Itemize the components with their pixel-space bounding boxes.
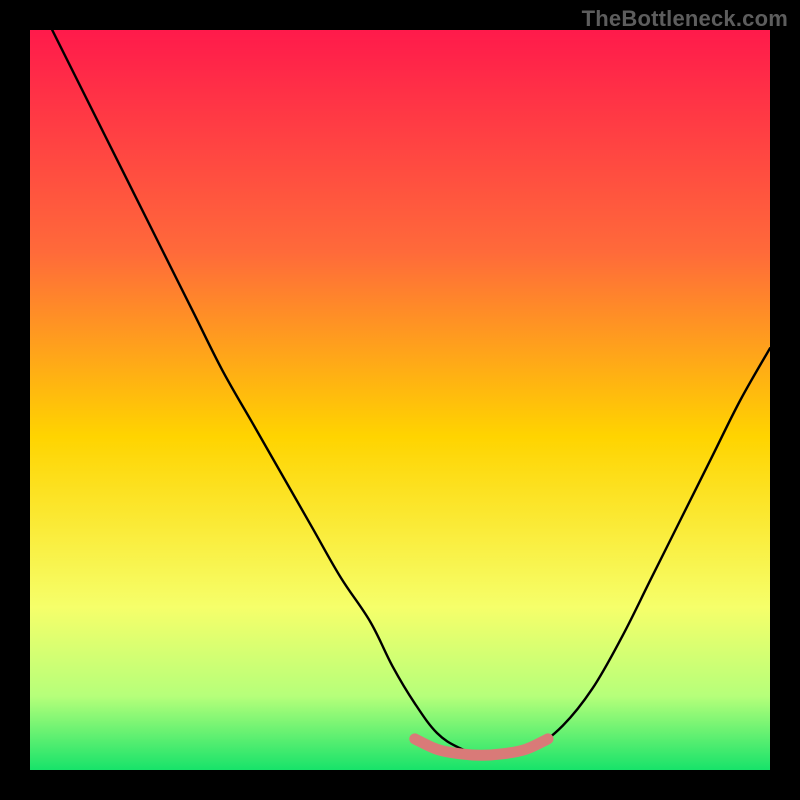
chart-svg bbox=[30, 30, 770, 770]
chart-frame: TheBottleneck.com bbox=[0, 0, 800, 800]
gradient-background bbox=[30, 30, 770, 770]
plot-area bbox=[30, 30, 770, 770]
watermark-text: TheBottleneck.com bbox=[582, 6, 788, 32]
